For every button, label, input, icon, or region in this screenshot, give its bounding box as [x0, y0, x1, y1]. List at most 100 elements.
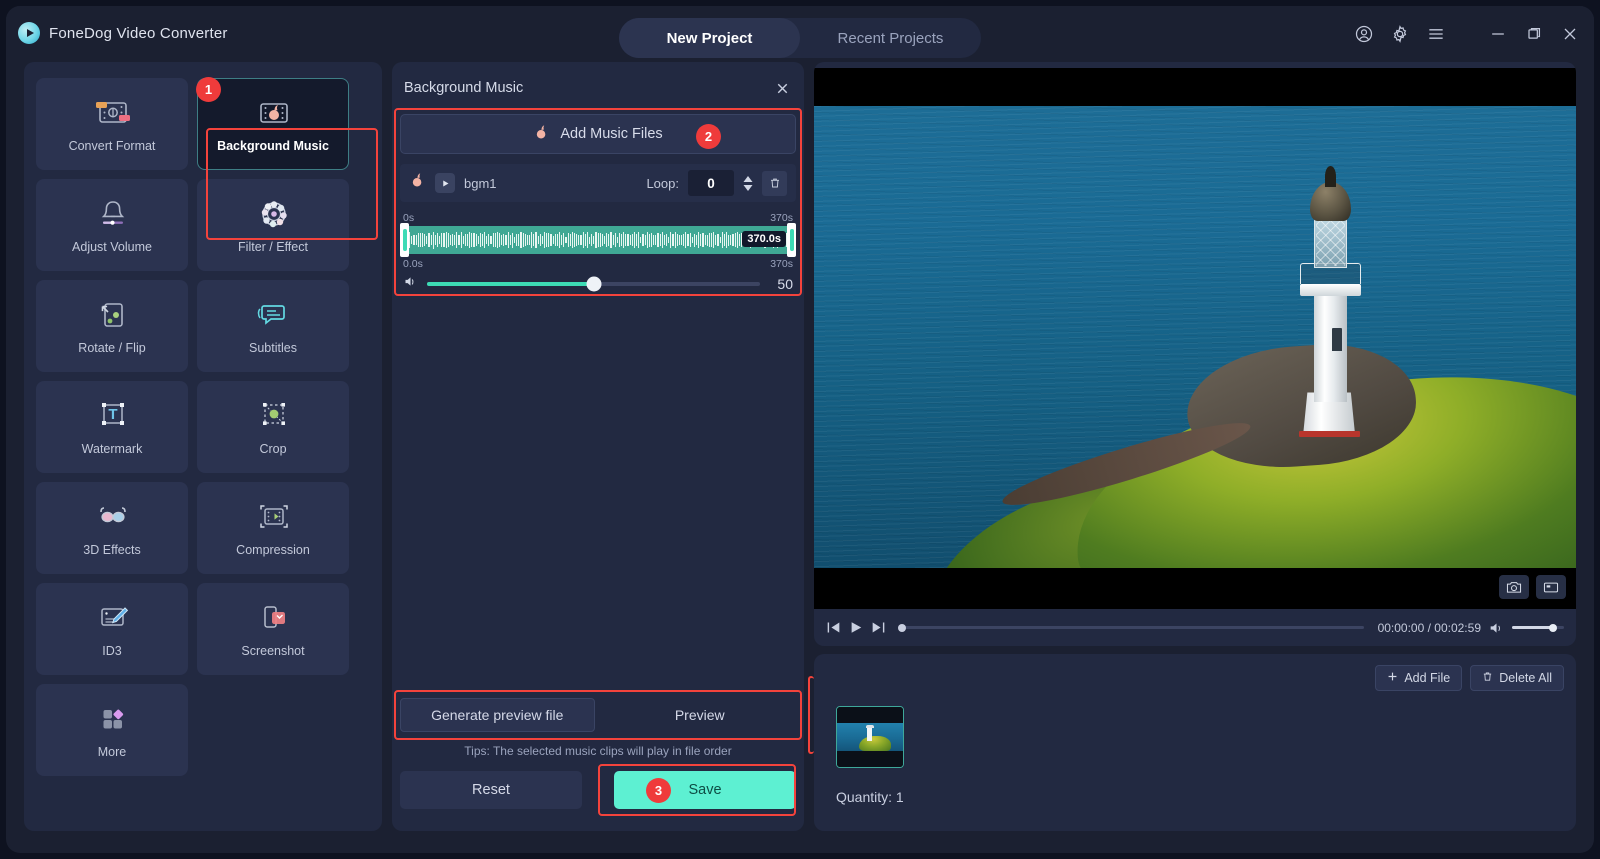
id3-icon: [93, 601, 131, 635]
player-volume-fill: [1512, 626, 1553, 629]
trim-start-value: 0.0s: [403, 258, 423, 270]
sidebar-item-background-music[interactable]: 1 Background Music: [196, 77, 349, 170]
maximize-icon[interactable]: [1524, 24, 1544, 44]
waveform-strip[interactable]: 370.0s: [400, 223, 796, 257]
account-icon[interactable]: [1354, 24, 1374, 44]
add-music-files-label: Add Music Files: [560, 126, 663, 142]
play-icon[interactable]: [435, 173, 455, 193]
tab-recent-projects[interactable]: Recent Projects: [800, 18, 981, 58]
trim-end-value: 370s: [770, 258, 793, 270]
sidebar-item-label: Watermark: [81, 441, 143, 456]
sidebar-item-label: Adjust Volume: [72, 239, 152, 254]
save-actions: Reset 3 Save: [400, 771, 796, 809]
gear-icon[interactable]: [1390, 24, 1410, 44]
add-music-files-button[interactable]: Add Music Files: [400, 114, 796, 154]
video-stage[interactable]: [814, 68, 1576, 609]
sidebar-item-adjust-volume[interactable]: Adjust Volume: [36, 179, 188, 271]
menu-icon[interactable]: [1426, 24, 1446, 44]
minimize-icon[interactable]: [1488, 24, 1508, 44]
close-icon[interactable]: [774, 80, 791, 97]
seek-bar[interactable]: [898, 623, 1364, 632]
sidebar-item-compression[interactable]: Compression: [197, 482, 349, 574]
file-list-panel: Add File Delete All Quantity: 1: [808, 654, 1576, 831]
rotate-flip-icon: [93, 298, 131, 332]
delete-all-button[interactable]: Delete All: [1470, 665, 1564, 691]
thumbnail-letterbox-top: [837, 707, 903, 723]
sidebar-item-screenshot[interactable]: Screenshot: [197, 583, 349, 675]
sidebar-item-label: 3D Effects: [83, 542, 141, 557]
waveform-bars: [407, 231, 790, 249]
player-volume-slider[interactable]: [1512, 623, 1564, 632]
loop-stepper[interactable]: [743, 175, 753, 191]
add-file-button[interactable]: Add File: [1375, 665, 1463, 691]
close-icon[interactable]: [1560, 24, 1580, 44]
brand: FoneDog Video Converter: [18, 22, 228, 44]
tools-sidebar: Convert Format 1 Background Music Adjust…: [24, 62, 382, 831]
title-bar: FoneDog Video Converter New Project Rece…: [6, 6, 1594, 62]
save-button[interactable]: 3 Save: [614, 771, 796, 809]
project-tabs: New Project Recent Projects: [619, 18, 981, 58]
lighthouse-red-trim: [1298, 431, 1360, 438]
background-music-panel: Background Music Add Music Files bgm1 Lo…: [392, 62, 804, 831]
save-button-label: Save: [688, 782, 722, 798]
watermark-icon: T: [93, 399, 131, 433]
plus-icon: [1387, 671, 1398, 685]
3d-effects-icon: [93, 500, 131, 534]
seek-knob[interactable]: [898, 623, 906, 632]
file-actions: Add File Delete All: [1375, 665, 1564, 691]
trim-handle-left[interactable]: [400, 223, 409, 257]
sidebar-item-label: Convert Format: [68, 138, 156, 153]
speaker-icon[interactable]: [1489, 621, 1504, 635]
lighthouse-gallery: [1300, 283, 1362, 296]
sidebar-item-subtitles[interactable]: Subtitles: [197, 280, 349, 372]
file-thumbnail[interactable]: [836, 706, 904, 768]
sidebar-item-more[interactable]: More: [36, 684, 188, 776]
video-frame: [814, 106, 1576, 568]
play-icon[interactable]: [849, 621, 863, 634]
step-badge-2: 2: [696, 124, 721, 149]
generate-preview-file-button[interactable]: Generate preview file: [400, 698, 595, 732]
player-volume-knob[interactable]: [1548, 623, 1557, 632]
music-volume-slider[interactable]: [427, 276, 760, 292]
app-window: FoneDog Video Converter New Project Rece…: [6, 6, 1594, 853]
music-track-row[interactable]: bgm1 Loop: 0: [400, 164, 796, 202]
tab-new-project[interactable]: New Project: [619, 18, 800, 58]
sidebar-item-3d-effects[interactable]: 3D Effects: [36, 482, 188, 574]
step-badge-3: 3: [646, 777, 671, 803]
fullscreen-icon[interactable]: [1536, 575, 1566, 599]
thumbnail-lighthouse: [865, 724, 874, 741]
waveform-trimmer: 0s 370s 370.0s 0.0s 370s 50: [400, 212, 796, 294]
add-file-label: Add File: [1404, 671, 1451, 685]
sidebar-item-filter-effect[interactable]: Filter / Effect: [197, 179, 349, 271]
waveform-selection: [407, 226, 790, 254]
trash-icon[interactable]: [762, 170, 787, 196]
window-controls: [1354, 24, 1580, 44]
loop-input[interactable]: 0: [688, 170, 734, 196]
music-volume-knob[interactable]: [586, 276, 601, 292]
sidebar-item-crop[interactable]: Crop: [197, 381, 349, 473]
loop-label: Loop:: [646, 175, 679, 191]
waveform-ticks: 0s 370s: [400, 212, 796, 226]
sidebar-item-label: Crop: [259, 441, 287, 456]
lighthouse-door: [1332, 327, 1343, 351]
reset-button[interactable]: Reset: [400, 771, 582, 809]
svg-text:T: T: [108, 406, 117, 423]
trim-handle-right[interactable]: [787, 223, 796, 257]
more-icon: [93, 702, 131, 736]
background-music-icon: [254, 96, 292, 130]
camera-icon[interactable]: [1499, 575, 1529, 599]
music-editor: Add Music Files bgm1 Loop: 0 0s 370s 370…: [400, 114, 796, 294]
sidebar-item-rotate-flip[interactable]: Rotate / Flip: [36, 280, 188, 372]
sidebar-item-id3[interactable]: ID3: [36, 583, 188, 675]
panel-title: Background Music: [404, 80, 524, 96]
sidebar-item-convert-format[interactable]: Convert Format: [36, 78, 188, 170]
sidebar-item-label: Compression: [236, 542, 310, 557]
speaker-icon[interactable]: [403, 274, 418, 294]
skip-prev-icon[interactable]: [826, 621, 841, 634]
compression-icon: [254, 500, 292, 534]
preview-button[interactable]: Preview: [604, 698, 797, 732]
subtitles-icon: [254, 298, 292, 332]
music-volume-row: 50: [400, 272, 796, 294]
sidebar-item-watermark[interactable]: T Watermark: [36, 381, 188, 473]
skip-next-icon[interactable]: [871, 621, 886, 634]
